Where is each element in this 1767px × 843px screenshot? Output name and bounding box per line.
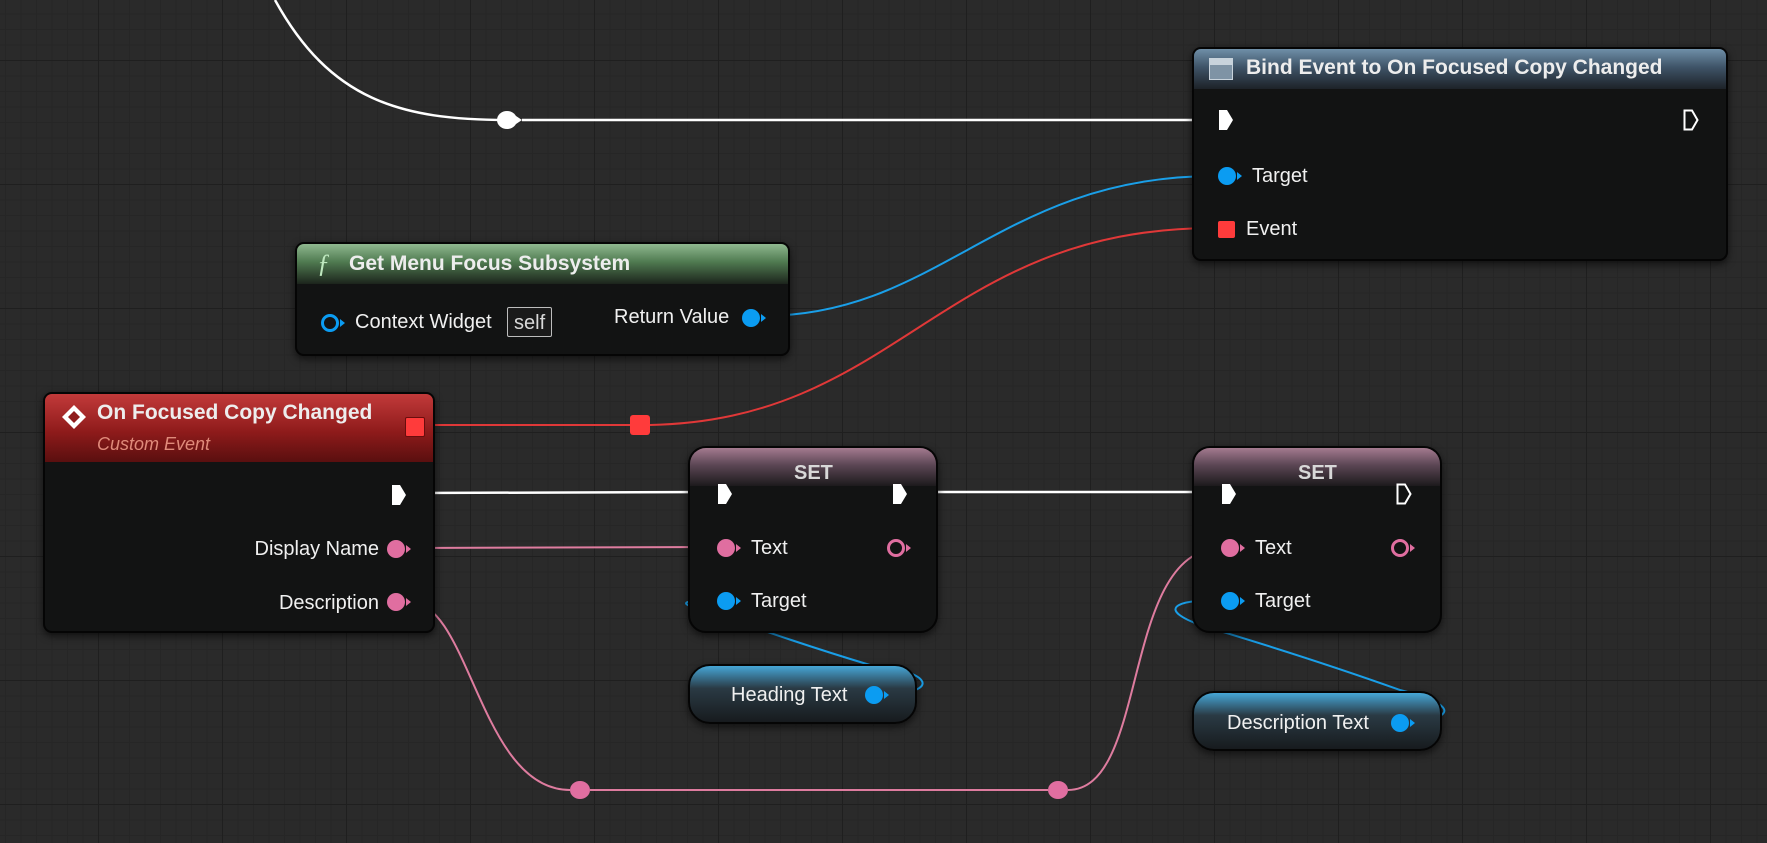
set1-text-pin[interactable] xyxy=(717,539,735,557)
return-value-wire xyxy=(761,175,1216,317)
set-description-header: SET xyxy=(1194,448,1440,486)
set-heading-header: SET xyxy=(690,448,936,486)
bind-event-title: Bind Event to On Focused Copy Changed xyxy=(1246,56,1663,79)
description-text-variable-node[interactable]: Description Text xyxy=(1192,691,1442,751)
heading-text-variable-node[interactable]: Heading Text xyxy=(688,664,917,724)
set2-exec-in-pin[interactable] xyxy=(1221,483,1237,505)
event-pin[interactable] xyxy=(1218,221,1235,238)
set1-exec-in-pin[interactable] xyxy=(717,483,733,505)
description-wire-a xyxy=(409,601,571,791)
event-label: Event xyxy=(1246,218,1298,240)
set2-text-pin[interactable] xyxy=(1221,539,1239,557)
bind-event-header: Bind Event to On Focused Copy Changed xyxy=(1194,49,1726,89)
window-icon xyxy=(1209,58,1233,80)
custom-event-header: On Focused Copy Changed Custom Event xyxy=(45,394,433,462)
function-header: ƒ Get Menu Focus Subsystem xyxy=(297,244,788,284)
get-menu-focus-subsystem-node[interactable]: ƒ Get Menu Focus Subsystem Context Widge… xyxy=(295,242,790,356)
set-description-node[interactable]: SET Text Target xyxy=(1192,446,1442,633)
exec-wire-event-to-set1 xyxy=(415,490,713,495)
custom-event-node[interactable]: On Focused Copy Changed Custom Event Dis… xyxy=(43,392,435,633)
set-heading-title: SET xyxy=(794,462,833,484)
display-name-label: Display Name xyxy=(254,538,379,560)
heading-text-label: Heading Text xyxy=(731,684,848,706)
description-reroute-knot-2[interactable] xyxy=(1048,781,1068,799)
set1-text-label: Text xyxy=(751,537,788,559)
set2-text-label: Text xyxy=(1255,537,1292,559)
set2-target-pin[interactable] xyxy=(1221,592,1239,610)
context-widget-label: Context Widget xyxy=(355,311,492,333)
exec-wire-incoming xyxy=(273,0,509,122)
event-delegate-pin[interactable] xyxy=(405,417,425,437)
description-text-out-pin[interactable] xyxy=(1391,714,1409,732)
return-value-label: Return Value xyxy=(614,306,730,328)
set1-exec-out-pin[interactable] xyxy=(892,483,908,505)
event-exec-out-pin[interactable] xyxy=(391,484,407,506)
delegate-reroute-knot[interactable] xyxy=(630,415,650,435)
custom-event-subtitle: Custom Event xyxy=(97,434,211,454)
display-name-wire xyxy=(409,546,719,549)
function-icon: ƒ xyxy=(317,249,330,278)
set1-target-pin[interactable] xyxy=(717,592,735,610)
target-label: Target xyxy=(1252,165,1308,187)
context-widget-self-box[interactable]: self xyxy=(507,307,553,337)
description-label: Description xyxy=(278,592,379,614)
description-pin[interactable] xyxy=(387,593,405,611)
set-description-title: SET xyxy=(1298,462,1337,484)
context-widget-pin[interactable] xyxy=(321,314,339,332)
heading-text-out-pin[interactable] xyxy=(865,686,883,704)
set-heading-node[interactable]: SET Text Target xyxy=(688,446,938,633)
exec-in-pin[interactable] xyxy=(1218,109,1234,131)
set1-text-out-pin[interactable] xyxy=(887,539,905,557)
target-pin[interactable] xyxy=(1218,167,1236,185)
description-text-label: Description Text xyxy=(1227,712,1369,734)
event-diamond-icon xyxy=(62,405,86,429)
return-value-pin[interactable] xyxy=(742,309,760,327)
set2-text-out-pin[interactable] xyxy=(1391,539,1409,557)
set2-exec-out-pin[interactable] xyxy=(1396,483,1412,505)
set2-target-label: Target xyxy=(1255,590,1311,612)
exec-reroute-knot[interactable] xyxy=(497,111,517,129)
exec-out-pin[interactable] xyxy=(1683,109,1699,131)
bind-event-node[interactable]: Bind Event to On Focused Copy Changed Ta… xyxy=(1192,47,1728,261)
function-title: Get Menu Focus Subsystem xyxy=(349,252,631,275)
set1-target-label: Target xyxy=(751,590,807,612)
display-name-pin[interactable] xyxy=(387,540,405,558)
custom-event-title: On Focused Copy Changed xyxy=(97,401,373,424)
description-reroute-knot-1[interactable] xyxy=(570,781,590,799)
